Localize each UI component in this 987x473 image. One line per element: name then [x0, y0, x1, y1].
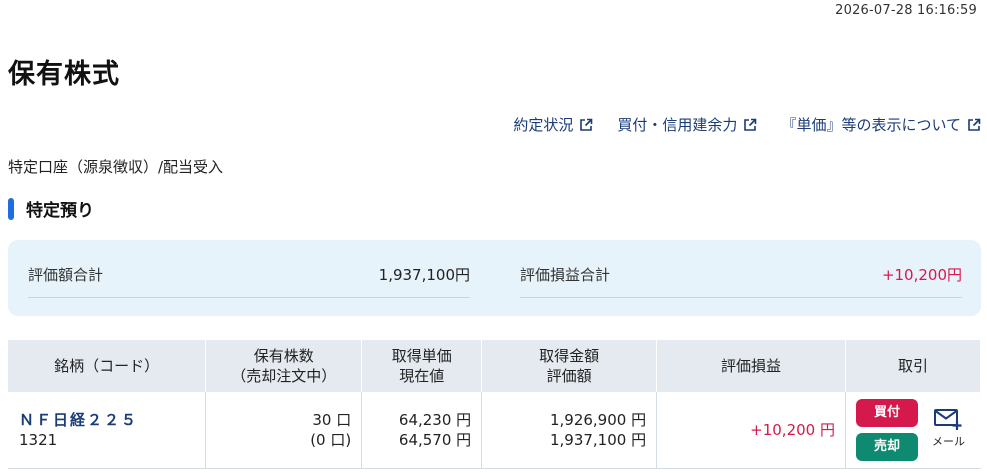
cell-qty: 30 口 (0 口)	[205, 392, 363, 469]
section-title: 特定預り	[26, 201, 94, 221]
stock-code: 1321	[19, 430, 58, 449]
header-qty: 保有株数 （売却注文中）	[205, 340, 363, 392]
header-price: 取得単価 現在値	[361, 340, 483, 392]
cell-trade: 買付 売却 メール	[845, 392, 981, 469]
mail-label: メール	[931, 435, 965, 449]
valuation-total: 評価額合計 1,937,100円	[28, 258, 470, 298]
link-price-display-info-label: 『単価』等の表示について	[781, 116, 961, 134]
external-link-icon	[580, 118, 593, 131]
cell-amount: 1,926,900 円 1,937,100 円	[481, 392, 658, 469]
acq-amount-value: 1,926,900 円	[549, 410, 647, 429]
pl-total-label: 評価損益合計	[520, 266, 611, 284]
valuation-total-label: 評価額合計	[28, 266, 104, 284]
mail-plus-icon	[934, 409, 962, 431]
cell-pl: +10,200 円	[656, 392, 846, 469]
trade-actions: 買付 売却 メール	[846, 398, 981, 461]
external-link-icon	[744, 118, 757, 131]
header-pl: 評価損益	[656, 340, 846, 392]
link-buying-power[interactable]: 買付・信用建余力	[617, 114, 757, 135]
header-trade: 取引	[845, 340, 982, 392]
link-execution-status-label: 約定状況	[513, 116, 574, 134]
holdings-table: 銘柄（コード） 保有株数 （売却注文中） 取得単価 現在値 取得金額 評価額 評価損益…	[8, 340, 982, 469]
qty-value: 30 口	[312, 410, 352, 429]
summary-panel: 評価額合計 1,937,100円 評価損益合計 +10,200円	[8, 240, 981, 316]
account-type: 特定口座（源泉徴収）/配当受入	[8, 158, 224, 176]
valuation-value: 1,937,100 円	[549, 430, 647, 449]
mail-button[interactable]: メール	[932, 407, 965, 452]
section-accent-bar	[8, 197, 14, 220]
header-links: 約定状況 買付・信用建余力 『単価』等の表示について	[489, 114, 981, 135]
stock-name-link[interactable]: ＮＦ日経２２５	[8, 410, 205, 430]
link-price-display-info[interactable]: 『単価』等の表示について	[781, 114, 981, 135]
link-execution-status[interactable]: 約定状況	[513, 114, 593, 135]
table-header-row: 銘柄（コード） 保有株数 （売却注文中） 取得単価 現在値 取得金額 評価額 評価損益…	[8, 340, 982, 392]
buy-button[interactable]: 買付	[855, 398, 918, 427]
pl-total-value: +10,200円	[881, 266, 962, 284]
cell-stock: ＮＦ日経２２５ 1321	[8, 392, 207, 469]
pl-value: +10,200 円	[750, 420, 835, 439]
link-buying-power-label: 買付・信用建余力	[617, 116, 738, 134]
qty-pending-value: (0 口)	[310, 430, 352, 449]
sell-button[interactable]: 売却	[855, 432, 918, 461]
timestamp: 2026-07-28 16:16:59	[835, 3, 977, 18]
page-title: 保有株式	[8, 59, 120, 90]
trade-buttons: 買付 売却	[855, 398, 918, 461]
header-amount: 取得金額 評価額	[481, 340, 658, 392]
external-link-icon	[968, 118, 981, 131]
section-header: 特定預り	[8, 196, 94, 221]
table-row: ＮＦ日経２２５ 1321 30 口 (0 口) 64,230 円 64,570 …	[8, 392, 981, 469]
current-price-value: 64,570 円	[398, 430, 472, 449]
acq-price-value: 64,230 円	[398, 410, 472, 429]
header-name: 銘柄（コード）	[8, 340, 207, 392]
valuation-total-value: 1,937,100円	[378, 266, 470, 284]
cell-price: 64,230 円 64,570 円	[361, 392, 483, 469]
pl-total: 評価損益合計 +10,200円	[520, 258, 962, 298]
